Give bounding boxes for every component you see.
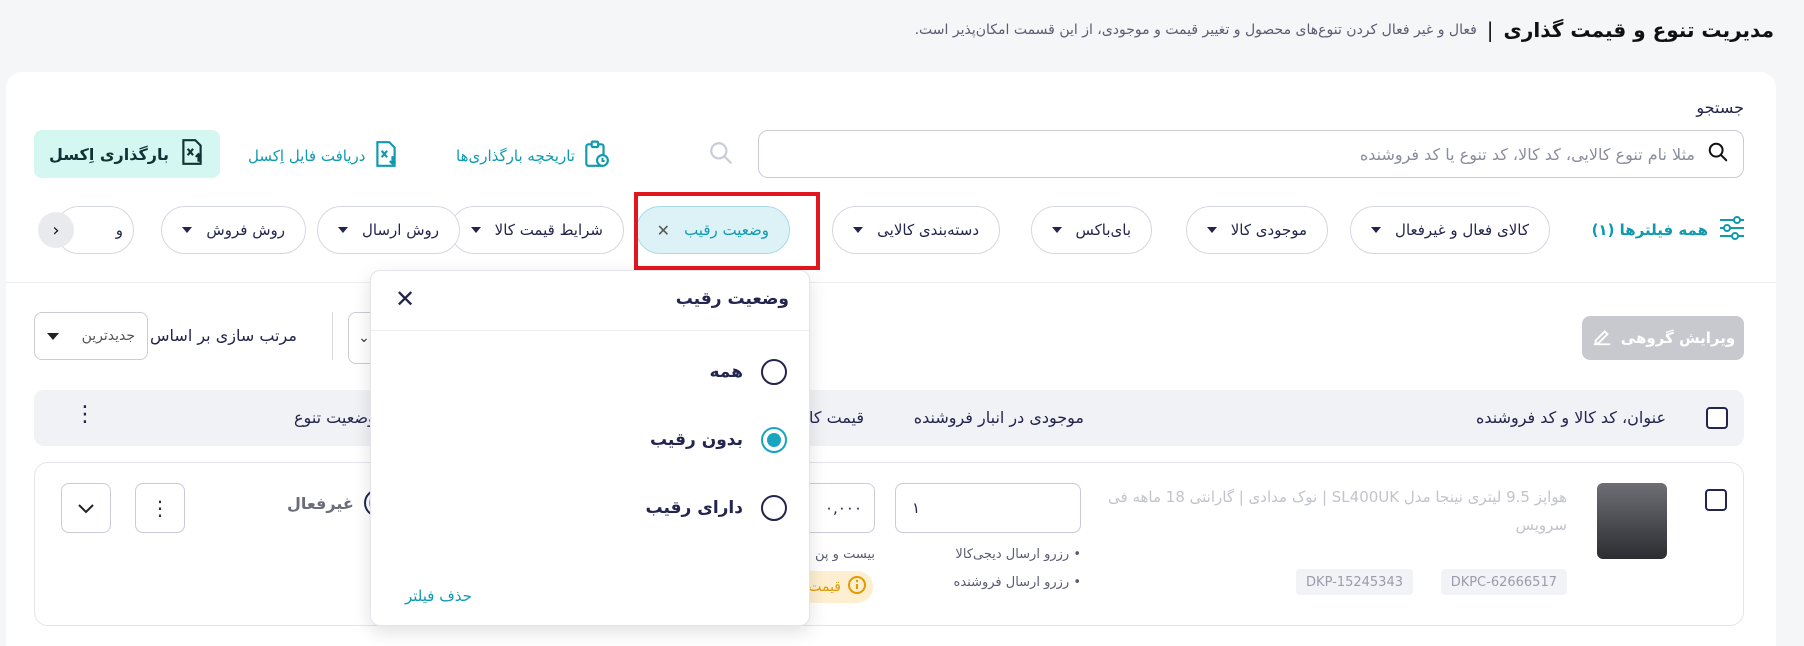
filter-chip-label: روش ارسال [361, 221, 439, 239]
upload-excel-button[interactable]: بارگذاری اِکسل [34, 130, 220, 178]
popup-title: وضعیت رقیب [675, 289, 789, 309]
clipboard-icon [583, 140, 609, 172]
divider [332, 312, 333, 360]
stock-value: ۱ [912, 499, 921, 517]
upload-history-button[interactable]: تاریخچه بارگذاری‌ها [456, 140, 609, 172]
option-label: بدون رقیب [649, 430, 743, 450]
header-title: عنوان، کد کالا و کد فروشنده [1475, 408, 1666, 427]
reserve-seller-note: • رزرو ارسال فروشنده [953, 575, 1081, 590]
highlight-box [634, 192, 820, 270]
filter-chip-category[interactable]: دسته‌بندی کالایی [832, 206, 1000, 254]
radio-button[interactable] [761, 495, 787, 521]
page-header: مدیریت تنوع و قیمت گذاری | فعال و غیر فع… [30, 18, 1774, 42]
filter-chip-label: کالای فعال و غیرفعال [1395, 221, 1529, 239]
bulk-edit-button[interactable]: ویرایش گروهی [1582, 316, 1744, 360]
radio-button[interactable] [761, 359, 787, 385]
filter-chip-price-conditions[interactable]: شرایط قیمت کالا [449, 206, 624, 254]
caret-down-icon [1371, 227, 1382, 233]
option-has-competitor[interactable]: دارای رقیب [645, 495, 787, 521]
option-label: دارای رقیب [645, 498, 743, 518]
caret-down-icon [1206, 227, 1217, 233]
sort-label: مرتب سازی بر اساس [150, 326, 297, 345]
caret-down-icon [1051, 227, 1062, 233]
filter-chip-label: و [115, 221, 123, 239]
reserve-digikala-note: • رزرو ارسال دیجی‌کالا [955, 547, 1081, 562]
filter-chip-label: بای‌باکس [1075, 221, 1132, 239]
divider [6, 282, 1776, 283]
filter-chip-label: دسته‌بندی کالایی [877, 221, 979, 239]
product-title[interactable]: هواپز 9.5 لیتری نینجا مدل SL400UK | نوک … [1097, 483, 1567, 539]
page-subtitle: فعال و غیر فعال کردن تنوع‌های محصول و تغ… [914, 22, 1477, 38]
option-all[interactable]: همه [709, 359, 787, 385]
caret-down-icon [853, 227, 864, 233]
caret-down-icon [182, 227, 193, 233]
product-image [1597, 483, 1667, 559]
info-icon [847, 575, 867, 599]
row-more-button[interactable]: ⋮ [135, 483, 185, 533]
chevron-down-icon [77, 496, 95, 520]
close-icon[interactable]: ✕ [395, 285, 415, 313]
filter-chip-shipping-method[interactable]: روش ارسال [316, 206, 460, 254]
select-all-checkbox[interactable] [1706, 407, 1728, 429]
filter-chip-buybox[interactable]: بای‌باکس [1030, 206, 1152, 254]
popup-header: وضعیت رقیب ✕ [371, 271, 809, 331]
excel-download-icon [373, 140, 399, 172]
chevron-down-icon: ⌄ [358, 330, 370, 346]
header-status: وضعیت تنوع [294, 408, 376, 427]
search-icon [1707, 141, 1729, 167]
table-header: عنوان، کد کالا و کد فروشنده موجودی در ان… [34, 390, 1744, 446]
page-title: مدیریت تنوع و قیمت گذاری [1503, 18, 1774, 42]
download-excel-button[interactable]: دریافت فایل اِکسل [248, 140, 399, 172]
more-vertical-icon: ⋮ [150, 496, 170, 520]
row-expand-button[interactable] [61, 483, 111, 533]
more-vertical-icon[interactable]: ⋮ [74, 402, 96, 427]
excel-upload-icon [179, 138, 205, 170]
price-value: ۰,۰۰۰ [825, 499, 862, 517]
search-submit-icon[interactable] [706, 140, 734, 168]
upload-history-label: تاریخچه بارگذاری‌ها [456, 147, 575, 165]
all-filters-button[interactable]: همه فیلترها (۱) [1592, 206, 1746, 254]
download-excel-label: دریافت فایل اِکسل [248, 147, 366, 165]
caret-down-icon [337, 227, 348, 233]
sort-value: جدیدترین [81, 328, 135, 344]
all-filters-label: همه فیلترها (۱) [1591, 221, 1708, 239]
filter-chip-active-status[interactable]: کالای فعال و غیرفعال [1350, 206, 1550, 254]
table-row: هواپز 9.5 لیتری نینجا مدل SL400UK | نوک … [34, 462, 1744, 626]
title-separator: | [1486, 18, 1494, 42]
competitor-status-popup: وضعیت رقیب ✕ همه بدون رقیب دارای رقیب حذ… [370, 270, 810, 626]
stock-input[interactable]: ۱ [895, 483, 1081, 533]
filter-chip-label: شرایط قیمت کالا [494, 221, 603, 239]
caret-down-icon [47, 332, 59, 340]
search-input[interactable] [773, 144, 1695, 164]
row-checkbox[interactable] [1705, 489, 1727, 511]
sort-select[interactable]: جدیدترین [34, 312, 148, 360]
upload-excel-label: بارگذاری اِکسل [48, 144, 170, 164]
price-warning-label: قیمت [808, 579, 841, 595]
search-box[interactable] [758, 130, 1744, 178]
bulk-edit-label: ویرایش گروهی [1620, 329, 1736, 347]
caret-down-icon [470, 227, 481, 233]
chevron-left-icon[interactable]: ‹ [38, 212, 74, 248]
product-code[interactable]: DKP-15245343 [1296, 569, 1413, 595]
radio-button[interactable] [761, 427, 787, 453]
filter-chip-label: موجودی کالا [1230, 221, 1307, 239]
filter-chip-sales-method[interactable]: روش فروش [161, 206, 306, 254]
variant-code: DKPC-62666517 [1440, 569, 1567, 595]
option-no-competitor[interactable]: بدون رقیب [650, 427, 787, 453]
filter-chip-label: روش فروش [206, 221, 285, 239]
status-label: غیرفعال [287, 493, 354, 513]
header-stock: موجودی در انبار فروشنده [913, 408, 1084, 427]
filters-row: همه فیلترها (۱) کالای فعال و غیرفعال موج… [34, 206, 1746, 254]
pencil-icon [1591, 325, 1613, 351]
option-label: همه [709, 362, 744, 382]
search-label: جستجو [1696, 98, 1744, 117]
sliders-icon [1718, 215, 1746, 245]
filter-chip-stock[interactable]: موجودی کالا [1185, 206, 1328, 254]
clear-filter-button[interactable]: حذف فیلتر [405, 587, 472, 605]
